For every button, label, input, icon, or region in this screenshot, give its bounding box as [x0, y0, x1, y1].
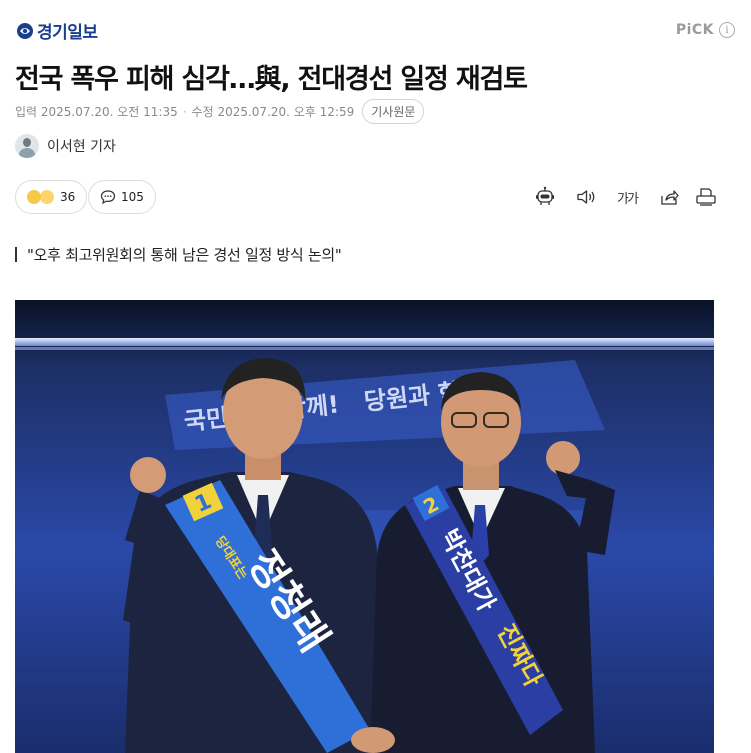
clasped-hands: [351, 727, 395, 753]
pick-label: PiCK: [675, 22, 714, 38]
comment-count: 105: [121, 190, 144, 204]
reaction-count: 36: [60, 190, 76, 204]
font-size-icon: 가가: [617, 191, 639, 207]
banner-text-left: 국민: [183, 404, 230, 436]
speaker-icon: [577, 190, 595, 204]
reaction-emoji-icon: [27, 190, 41, 204]
print-icon: [696, 188, 716, 206]
font-size-button[interactable]: 가가: [614, 186, 640, 208]
subtitle-text: "오후 최고위원회의 통해 남은 경선 일정 방식 논의": [27, 246, 342, 264]
candidates-photo: 국민 함께! 당원과 함께! 1 당대표는 정청래 2 박찬대가 진짜다: [15, 300, 714, 753]
pick-badge[interactable]: PiCK i: [676, 22, 735, 38]
reporter-name: 이서현 기자: [47, 139, 116, 155]
share-icon: [661, 190, 679, 205]
info-icon[interactable]: i: [719, 22, 735, 38]
article-photo[interactable]: 국민 함께! 당원과 함께! 1 당대표는 정청래 2 박찬대가 진짜다: [15, 300, 714, 753]
press-logo[interactable]: 경기일보: [16, 18, 98, 43]
comment-button[interactable]: 105: [88, 180, 156, 214]
date-separator: ·: [182, 104, 187, 119]
article-dates: 입력 2025.07.20. 오전 11:35 · 수정 2025.07.20.…: [15, 99, 425, 124]
logo-emblem-icon: [17, 22, 33, 39]
modified-date: 수정 2025.07.20. 오후 12:59: [191, 105, 355, 119]
headline: 전국 폭우 피해 심각…與, 전대경선 일정 재검토: [15, 64, 528, 95]
summary-bot-button[interactable]: [534, 186, 556, 208]
reaction-button[interactable]: 36: [15, 180, 88, 214]
comment-icon: [100, 190, 116, 205]
reporter-byline[interactable]: 이서현 기자: [15, 134, 116, 158]
reaction-emoji-icon: [39, 189, 55, 205]
share-button[interactable]: [658, 186, 680, 208]
original-article-button[interactable]: 기사원문: [362, 99, 425, 124]
robot-summary-icon: [536, 186, 554, 205]
read-aloud-button[interactable]: [575, 186, 597, 208]
press-name: 경기일보: [37, 23, 98, 43]
article-subtitle: "오후 최고위원회의 통해 남은 경선 일정 방식 논의": [15, 244, 342, 265]
reporter-avatar: [15, 134, 39, 158]
print-button[interactable]: [695, 186, 717, 208]
published-date: 입력 2025.07.20. 오전 11:35: [15, 105, 178, 119]
subtitle-bar: [15, 247, 17, 262]
